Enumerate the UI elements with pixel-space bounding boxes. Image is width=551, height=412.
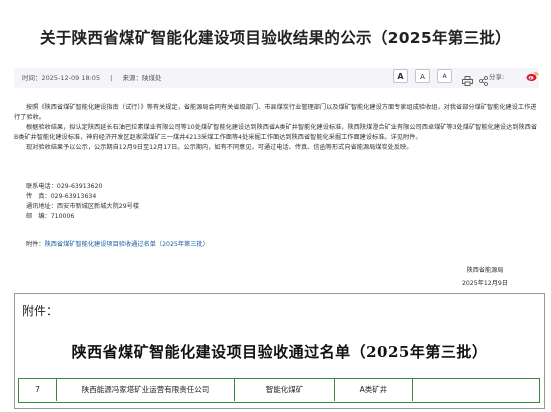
font-large-button[interactable]: A — [393, 69, 408, 83]
share-icon[interactable] — [479, 71, 488, 86]
weibo-icon[interactable] — [526, 70, 539, 82]
font-medium-button[interactable]: A — [415, 69, 430, 83]
row-grade: A类矿井 — [335, 379, 413, 401]
source-value: 陕煤处 — [141, 74, 162, 82]
attachment-link[interactable]: 陕西省煤矿智能化建设项目验收通过名单（2025年第三批） — [45, 241, 209, 248]
row-company: 陕西能源冯家塔矿业运营有限责任公司 — [57, 379, 235, 401]
publish-time: 2025-12-09 18:05 — [41, 74, 101, 82]
paragraph-publicity: 现对验收结果予以公示，公示期自12月9日至12月17日。公示期内，如有不同意见，… — [26, 144, 413, 151]
contact-fax: 传 真：029-63913634 — [26, 193, 97, 200]
row-category: 智能化煤矿 — [235, 379, 335, 401]
row-number: 7 — [19, 379, 57, 401]
meta-separator: | — [110, 74, 113, 82]
attachment-preview-title: 陕西省煤矿智能化建设项目验收通过名单（2025年第三批） — [71, 343, 488, 361]
signature-org: 陕西省能源局 — [466, 267, 504, 274]
contact-postcode: 邮 编：710006 — [26, 213, 75, 220]
attachment-preview-label: 附件： — [22, 304, 59, 318]
share-label: 分享: — [489, 73, 505, 81]
article-title: 关于陕西省煤矿智能化建设项目验收结果的公示（2025年第三批） — [40, 29, 511, 47]
print-icon[interactable] — [462, 71, 473, 86]
paragraph-results: 根据验收结果，拟认定陕西延长石油巴拉素煤业有限公司等10处煤矿智能化建设达到陕西… — [14, 124, 538, 141]
font-small-button[interactable]: A — [437, 69, 452, 83]
signature-date: 2025年12月9日 — [461, 280, 509, 287]
time-label: 时间： — [22, 74, 42, 82]
contact-block: 联系电话：029-63913620 传 真：029-63913634 通讯地址：… — [26, 182, 426, 222]
source-label: 来源： — [122, 74, 142, 82]
attachment-label: 附件： — [26, 241, 45, 248]
paragraph-intro: 按照《陕西省煤矿智能化建设指南（试行）》等有关规定，省能源局会同有关省级部门、市… — [14, 104, 537, 121]
contact-address: 通讯地址：西安市新城区新城大院29号楼 — [26, 203, 140, 210]
attachment-line: 附件：陕西省煤矿智能化建设项目验收通过名单（2025年第三批） — [26, 240, 526, 250]
article-meta: 时间：2025-12-09 18:05 | 来源：陕煤处 — [22, 72, 165, 82]
article-body: 按照《陕西省煤矿智能化建设指南（试行）》等有关规定，省能源局会同有关省级部门、市… — [14, 103, 540, 153]
row-extra — [413, 379, 538, 401]
table-row: 7 陕西能源冯家塔矿业运营有限责任公司 智能化煤矿 A类矿井 — [18, 378, 540, 403]
contact-phone: 联系电话：029-63913620 — [26, 183, 103, 190]
